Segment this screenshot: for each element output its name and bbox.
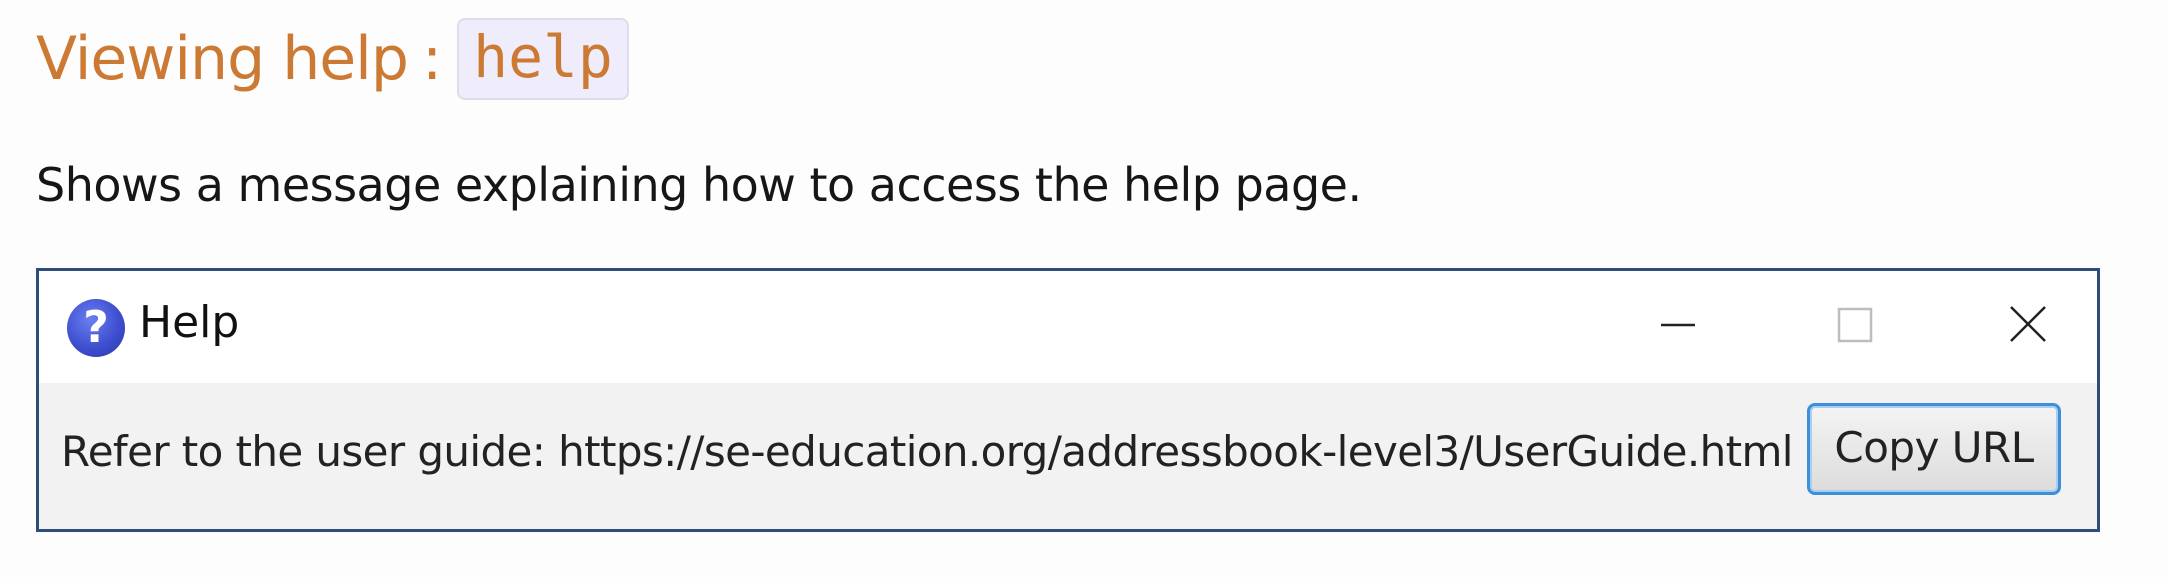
- maximize-icon: [1837, 307, 1873, 343]
- minimize-button[interactable]: [1639, 291, 1719, 363]
- command-code: help: [457, 18, 629, 100]
- window-content: Refer to the user guide: https://se-educ…: [39, 383, 2097, 529]
- heading-text: Viewing help: [36, 24, 409, 94]
- maximize-button[interactable]: [1815, 291, 1895, 363]
- window-title: Help: [139, 297, 240, 348]
- copy-url-button[interactable]: Copy URL: [1807, 403, 2061, 495]
- help-window-screenshot: ? Help Refer to the user guide: https://…: [36, 268, 2100, 532]
- description-text: Shows a message explaining how to access…: [36, 158, 1362, 212]
- close-icon: [2010, 306, 2046, 342]
- minimize-icon: [1661, 323, 1695, 327]
- close-button[interactable]: [1989, 291, 2069, 363]
- window-titlebar: ? Help: [39, 271, 2097, 383]
- user-guide-message: Refer to the user guide: https://se-educ…: [61, 427, 1793, 476]
- question-mark-icon: ?: [67, 299, 125, 357]
- section-heading: Viewing help : help: [36, 14, 629, 104]
- heading-separator: :: [421, 24, 442, 94]
